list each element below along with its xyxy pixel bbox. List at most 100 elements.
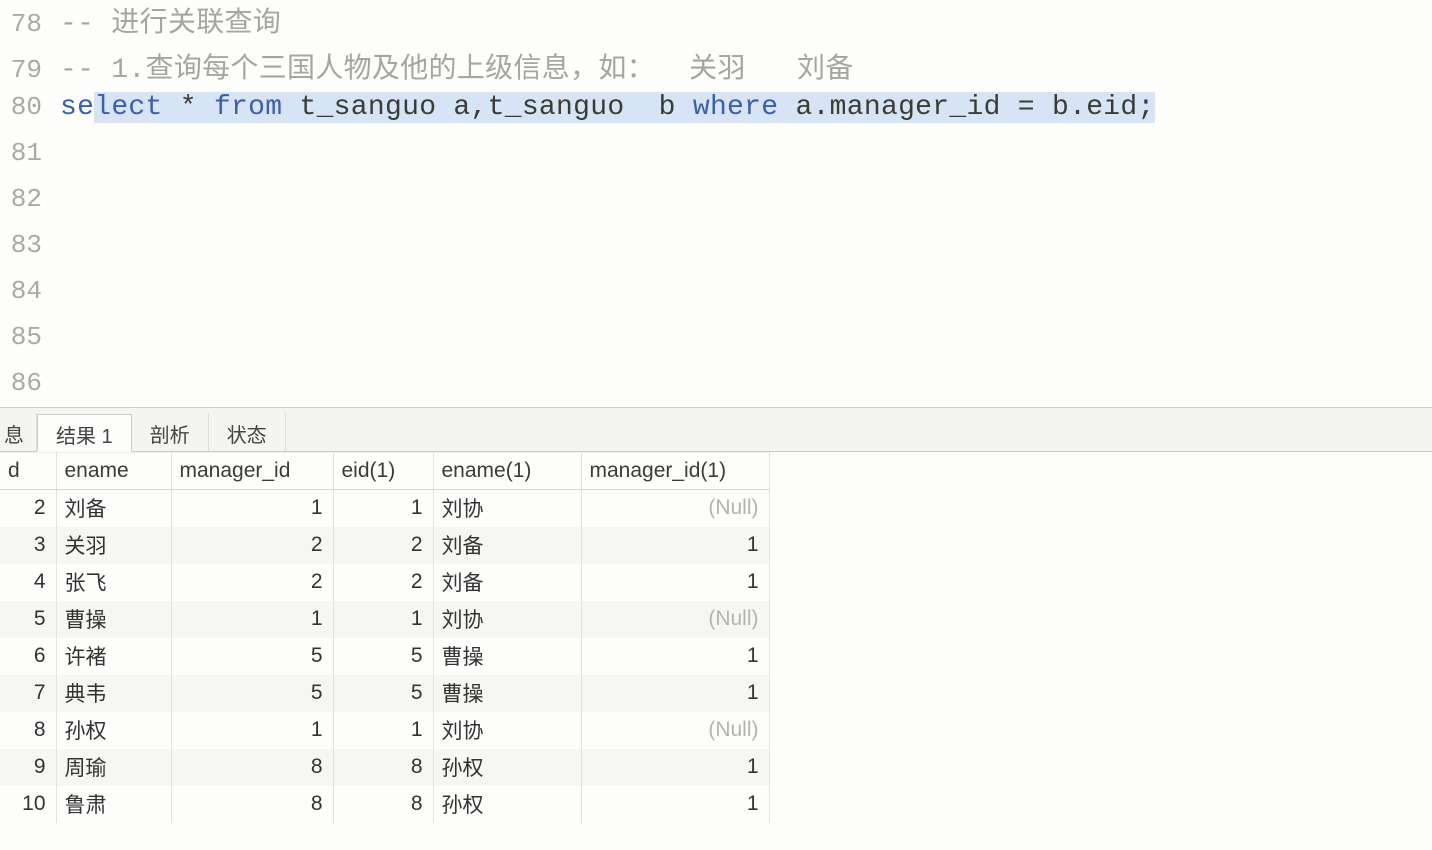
tab-status[interactable]: 状态 (209, 413, 286, 451)
cell[interactable]: 许褚 (56, 638, 171, 675)
cell[interactable]: 5 (0, 601, 56, 638)
table-row[interactable]: 9周瑜88孙权1 (0, 749, 769, 786)
table-row[interactable]: 2刘备11刘协(Null) (0, 490, 769, 527)
cell[interactable]: 5 (333, 675, 433, 712)
table-header-row: d ename manager_id eid(1) ename(1) manag… (0, 453, 769, 490)
cell[interactable]: 8 (0, 712, 56, 749)
cell[interactable]: 1 (581, 786, 769, 823)
cell[interactable]: 1 (581, 638, 769, 675)
line-number: 86 (0, 368, 60, 398)
table-row[interactable]: 5曹操11刘协(Null) (0, 601, 769, 638)
cell[interactable]: 8 (333, 749, 433, 786)
cell[interactable]: 1 (333, 490, 433, 527)
tab-info-partial[interactable]: 息 (0, 413, 37, 451)
cell[interactable]: 6 (0, 638, 56, 675)
result-tabs: 息 结果 1 剖析 状态 (0, 408, 1432, 452)
editor-line[interactable]: 85 (0, 322, 1432, 368)
cell[interactable]: 8 (171, 749, 333, 786)
cell[interactable]: 1 (171, 712, 333, 749)
line-number: 82 (0, 184, 60, 214)
cell[interactable]: (Null) (581, 601, 769, 638)
cell[interactable]: 刘备 (56, 490, 171, 527)
cell[interactable]: (Null) (581, 712, 769, 749)
cell[interactable]: 刘协 (433, 490, 581, 527)
code-content[interactable]: -- 1.查询每个三国人物及他的上级信息，如： 关羽 刘备 (60, 46, 854, 86)
editor-line[interactable]: 82 (0, 184, 1432, 230)
code-content[interactable]: -- 进行关联查询 (60, 0, 281, 40)
cell[interactable]: (Null) (581, 490, 769, 527)
cell[interactable]: 5 (171, 638, 333, 675)
tab-label: 息 (4, 419, 24, 448)
table-row[interactable]: 7典韦55曹操1 (0, 675, 769, 712)
cell[interactable]: 1 (171, 490, 333, 527)
cell[interactable]: 1 (333, 601, 433, 638)
table-row[interactable]: 6许褚55曹操1 (0, 638, 769, 675)
editor-line[interactable]: 83 (0, 230, 1432, 276)
table-row[interactable]: 4张飞22刘备1 (0, 564, 769, 601)
cell[interactable]: 曹操 (433, 638, 581, 675)
cell[interactable]: 8 (171, 786, 333, 823)
cell[interactable]: 2 (171, 564, 333, 601)
line-number: 79 (0, 55, 60, 85)
table-row[interactable]: 10鲁肃88孙权1 (0, 786, 769, 823)
cell[interactable]: 4 (0, 564, 56, 601)
cell[interactable]: 刘协 (433, 712, 581, 749)
editor-line[interactable]: 86 (0, 368, 1432, 414)
cell[interactable]: 刘协 (433, 601, 581, 638)
cell[interactable]: 孙权 (433, 786, 581, 823)
tab-label: 结果 1 (56, 420, 113, 449)
cell[interactable]: 3 (0, 527, 56, 564)
code-content[interactable]: select * from t_sanguo a,t_sanguo b wher… (60, 92, 1155, 123)
tab-label: 剖析 (150, 419, 190, 448)
sql-editor[interactable]: 78-- 进行关联查询79-- 1.查询每个三国人物及他的上级信息，如： 关羽 … (0, 0, 1432, 408)
cell[interactable]: 2 (0, 490, 56, 527)
cell[interactable]: 周瑜 (56, 749, 171, 786)
cell[interactable]: 张飞 (56, 564, 171, 601)
cell[interactable]: 1 (333, 712, 433, 749)
tab-profile[interactable]: 剖析 (132, 413, 209, 451)
tab-result-1[interactable]: 结果 1 (37, 414, 132, 452)
cell[interactable]: 曹操 (56, 601, 171, 638)
editor-line[interactable]: 81 (0, 138, 1432, 184)
cell[interactable]: 9 (0, 749, 56, 786)
cell[interactable]: 1 (581, 749, 769, 786)
col-header-eid1[interactable]: eid(1) (333, 453, 433, 490)
line-number: 81 (0, 138, 60, 168)
editor-line[interactable]: 84 (0, 276, 1432, 322)
col-header-ename1[interactable]: ename(1) (433, 453, 581, 490)
cell[interactable]: 5 (333, 638, 433, 675)
cell[interactable]: 关羽 (56, 527, 171, 564)
line-number: 83 (0, 230, 60, 260)
cell[interactable]: 5 (171, 675, 333, 712)
cell[interactable]: 1 (171, 601, 333, 638)
cell[interactable]: 2 (333, 564, 433, 601)
cell[interactable]: 2 (333, 527, 433, 564)
col-header-manager-id[interactable]: manager_id (171, 453, 333, 490)
cell[interactable]: 孙权 (56, 712, 171, 749)
cell[interactable]: 8 (333, 786, 433, 823)
cell[interactable]: 刘备 (433, 527, 581, 564)
cell[interactable]: 7 (0, 675, 56, 712)
col-header-manager-id1[interactable]: manager_id(1) (581, 453, 769, 490)
line-number: 80 (0, 92, 60, 122)
editor-line[interactable]: 80select * from t_sanguo a,t_sanguo b wh… (0, 92, 1432, 138)
cell[interactable]: 1 (581, 527, 769, 564)
cell[interactable]: 典韦 (56, 675, 171, 712)
cell[interactable]: 鲁肃 (56, 786, 171, 823)
col-header-ename[interactable]: ename (56, 453, 171, 490)
cell[interactable]: 1 (581, 675, 769, 712)
col-header-d[interactable]: d (0, 453, 56, 490)
line-number: 85 (0, 322, 60, 352)
table-row[interactable]: 3关羽22刘备1 (0, 527, 769, 564)
editor-line[interactable]: 79-- 1.查询每个三国人物及他的上级信息，如： 关羽 刘备 (0, 46, 1432, 92)
cell[interactable]: 2 (171, 527, 333, 564)
cell[interactable]: 曹操 (433, 675, 581, 712)
cell[interactable]: 孙权 (433, 749, 581, 786)
cell[interactable]: 10 (0, 786, 56, 823)
cell[interactable]: 1 (581, 564, 769, 601)
editor-line[interactable]: 78-- 进行关联查询 (0, 0, 1432, 46)
line-number: 78 (0, 9, 60, 39)
table-row[interactable]: 8孙权11刘协(Null) (0, 712, 769, 749)
result-table[interactable]: d ename manager_id eid(1) ename(1) manag… (0, 452, 770, 823)
cell[interactable]: 刘备 (433, 564, 581, 601)
